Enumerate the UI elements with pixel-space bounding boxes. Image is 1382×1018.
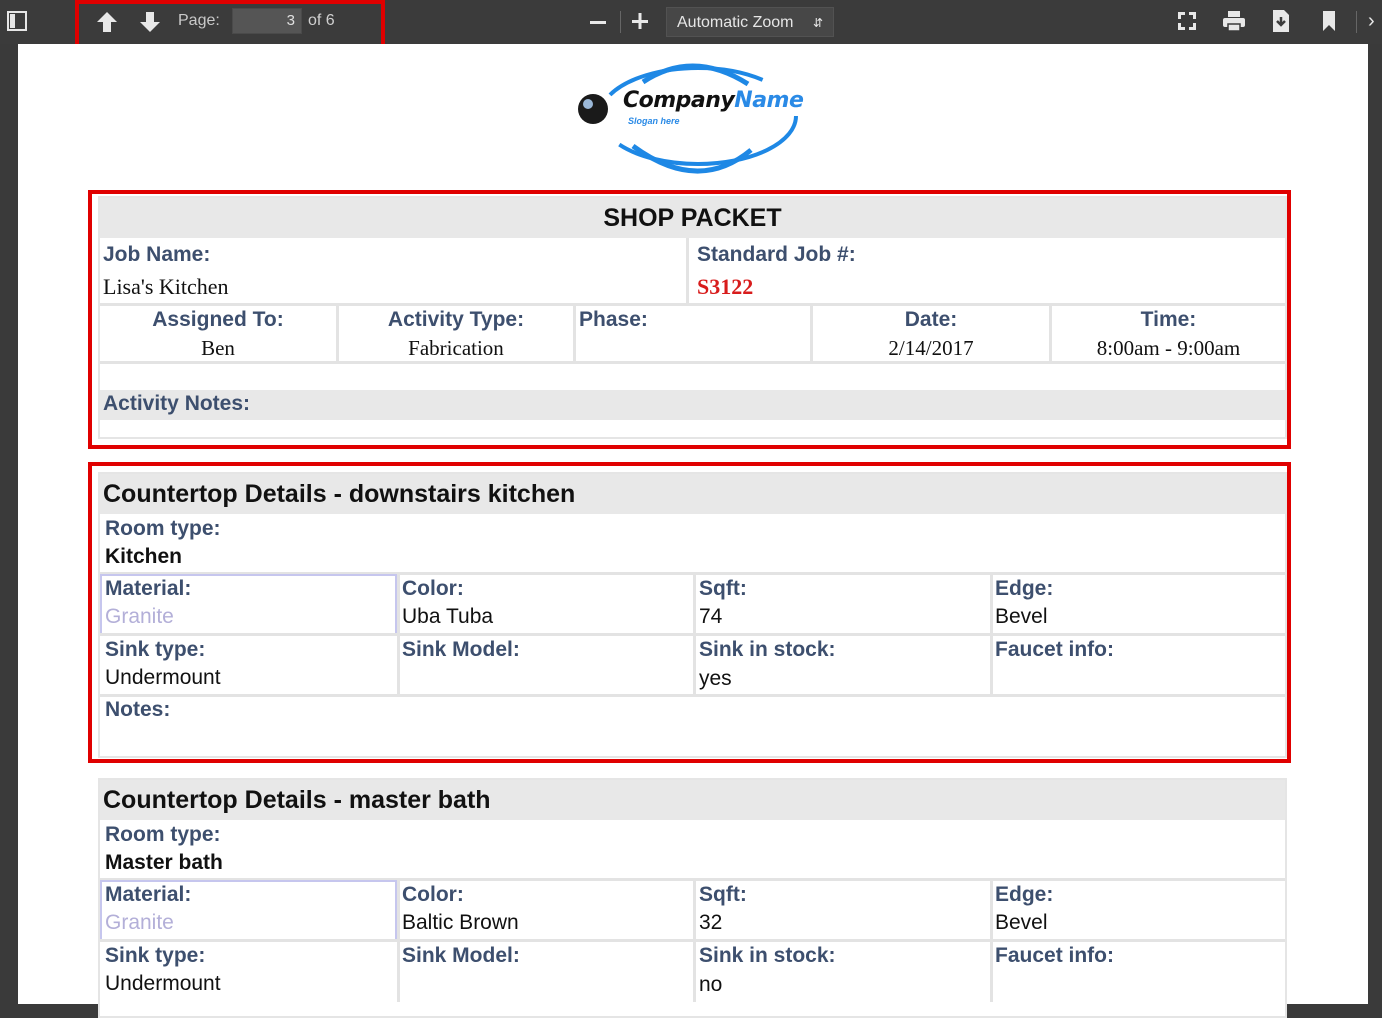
- bookmark-icon[interactable]: [1321, 10, 1337, 37]
- zoom-select[interactable]: Automatic Zoom ⇵: [666, 7, 834, 37]
- edge-label: Edge:: [995, 883, 1054, 906]
- zoom-out-icon[interactable]: [588, 12, 608, 37]
- toolbar-separator: [620, 11, 621, 33]
- sidebar-toggle-icon[interactable]: [6, 10, 28, 36]
- zoom-select-value: Automatic Zoom: [677, 14, 794, 31]
- zoom-in-icon[interactable]: [630, 11, 650, 36]
- print-icon[interactable]: [1222, 10, 1246, 37]
- company-logo: CompanyName Slogan here: [573, 54, 813, 174]
- sink-model-label: Sink Model:: [402, 944, 520, 967]
- room-type-value: Master bath: [105, 851, 223, 874]
- download-icon[interactable]: [1271, 9, 1291, 38]
- page-nav-highlight: [75, 0, 385, 50]
- divider: [100, 939, 1285, 942]
- sink-type-label: Sink type:: [105, 944, 206, 967]
- pdf-page: CompanyName Slogan here SHOP PACKET Job …: [18, 44, 1368, 1018]
- tools-chevron-icon[interactable]: ›: [1368, 10, 1375, 33]
- edge-value: Bevel: [995, 911, 1048, 934]
- logo-wordmark: CompanyName: [623, 88, 804, 113]
- sink-in-stock-value: no: [699, 973, 723, 996]
- color-label: Color:: [402, 883, 464, 906]
- color-value: Baltic Brown: [402, 911, 519, 934]
- logo-swoosh-icon: [578, 63, 798, 174]
- sqft-label: Sqft:: [699, 883, 747, 906]
- select-arrows-icon: ⇵: [812, 16, 823, 30]
- material-value: Granite: [105, 911, 174, 934]
- countertop-title-bar: Countertop Details - master bath: [100, 780, 1285, 820]
- faucet-info-label: Faucet info:: [995, 944, 1114, 967]
- pdf-toolbar: Page: 3 of 6 Automatic Zoom ⇵ ›: [0, 0, 1382, 50]
- material-label: Material:: [105, 883, 192, 906]
- shop-packet-highlight: [88, 190, 1291, 449]
- sqft-value: 32: [699, 911, 723, 934]
- countertop-title: Countertop Details - master bath: [103, 786, 491, 814]
- countertop-section: Countertop Details - master bath Room ty…: [98, 778, 1287, 1018]
- sink-type-value: Undermount: [105, 972, 221, 995]
- room-type-label: Room type:: [105, 823, 221, 846]
- countertop-highlight: [88, 462, 1291, 763]
- logo-slogan: Slogan here: [628, 116, 680, 126]
- fullscreen-icon[interactable]: [1176, 10, 1198, 37]
- sink-in-stock-label: Sink in stock:: [699, 944, 836, 967]
- toolbar-separator: [1356, 11, 1357, 33]
